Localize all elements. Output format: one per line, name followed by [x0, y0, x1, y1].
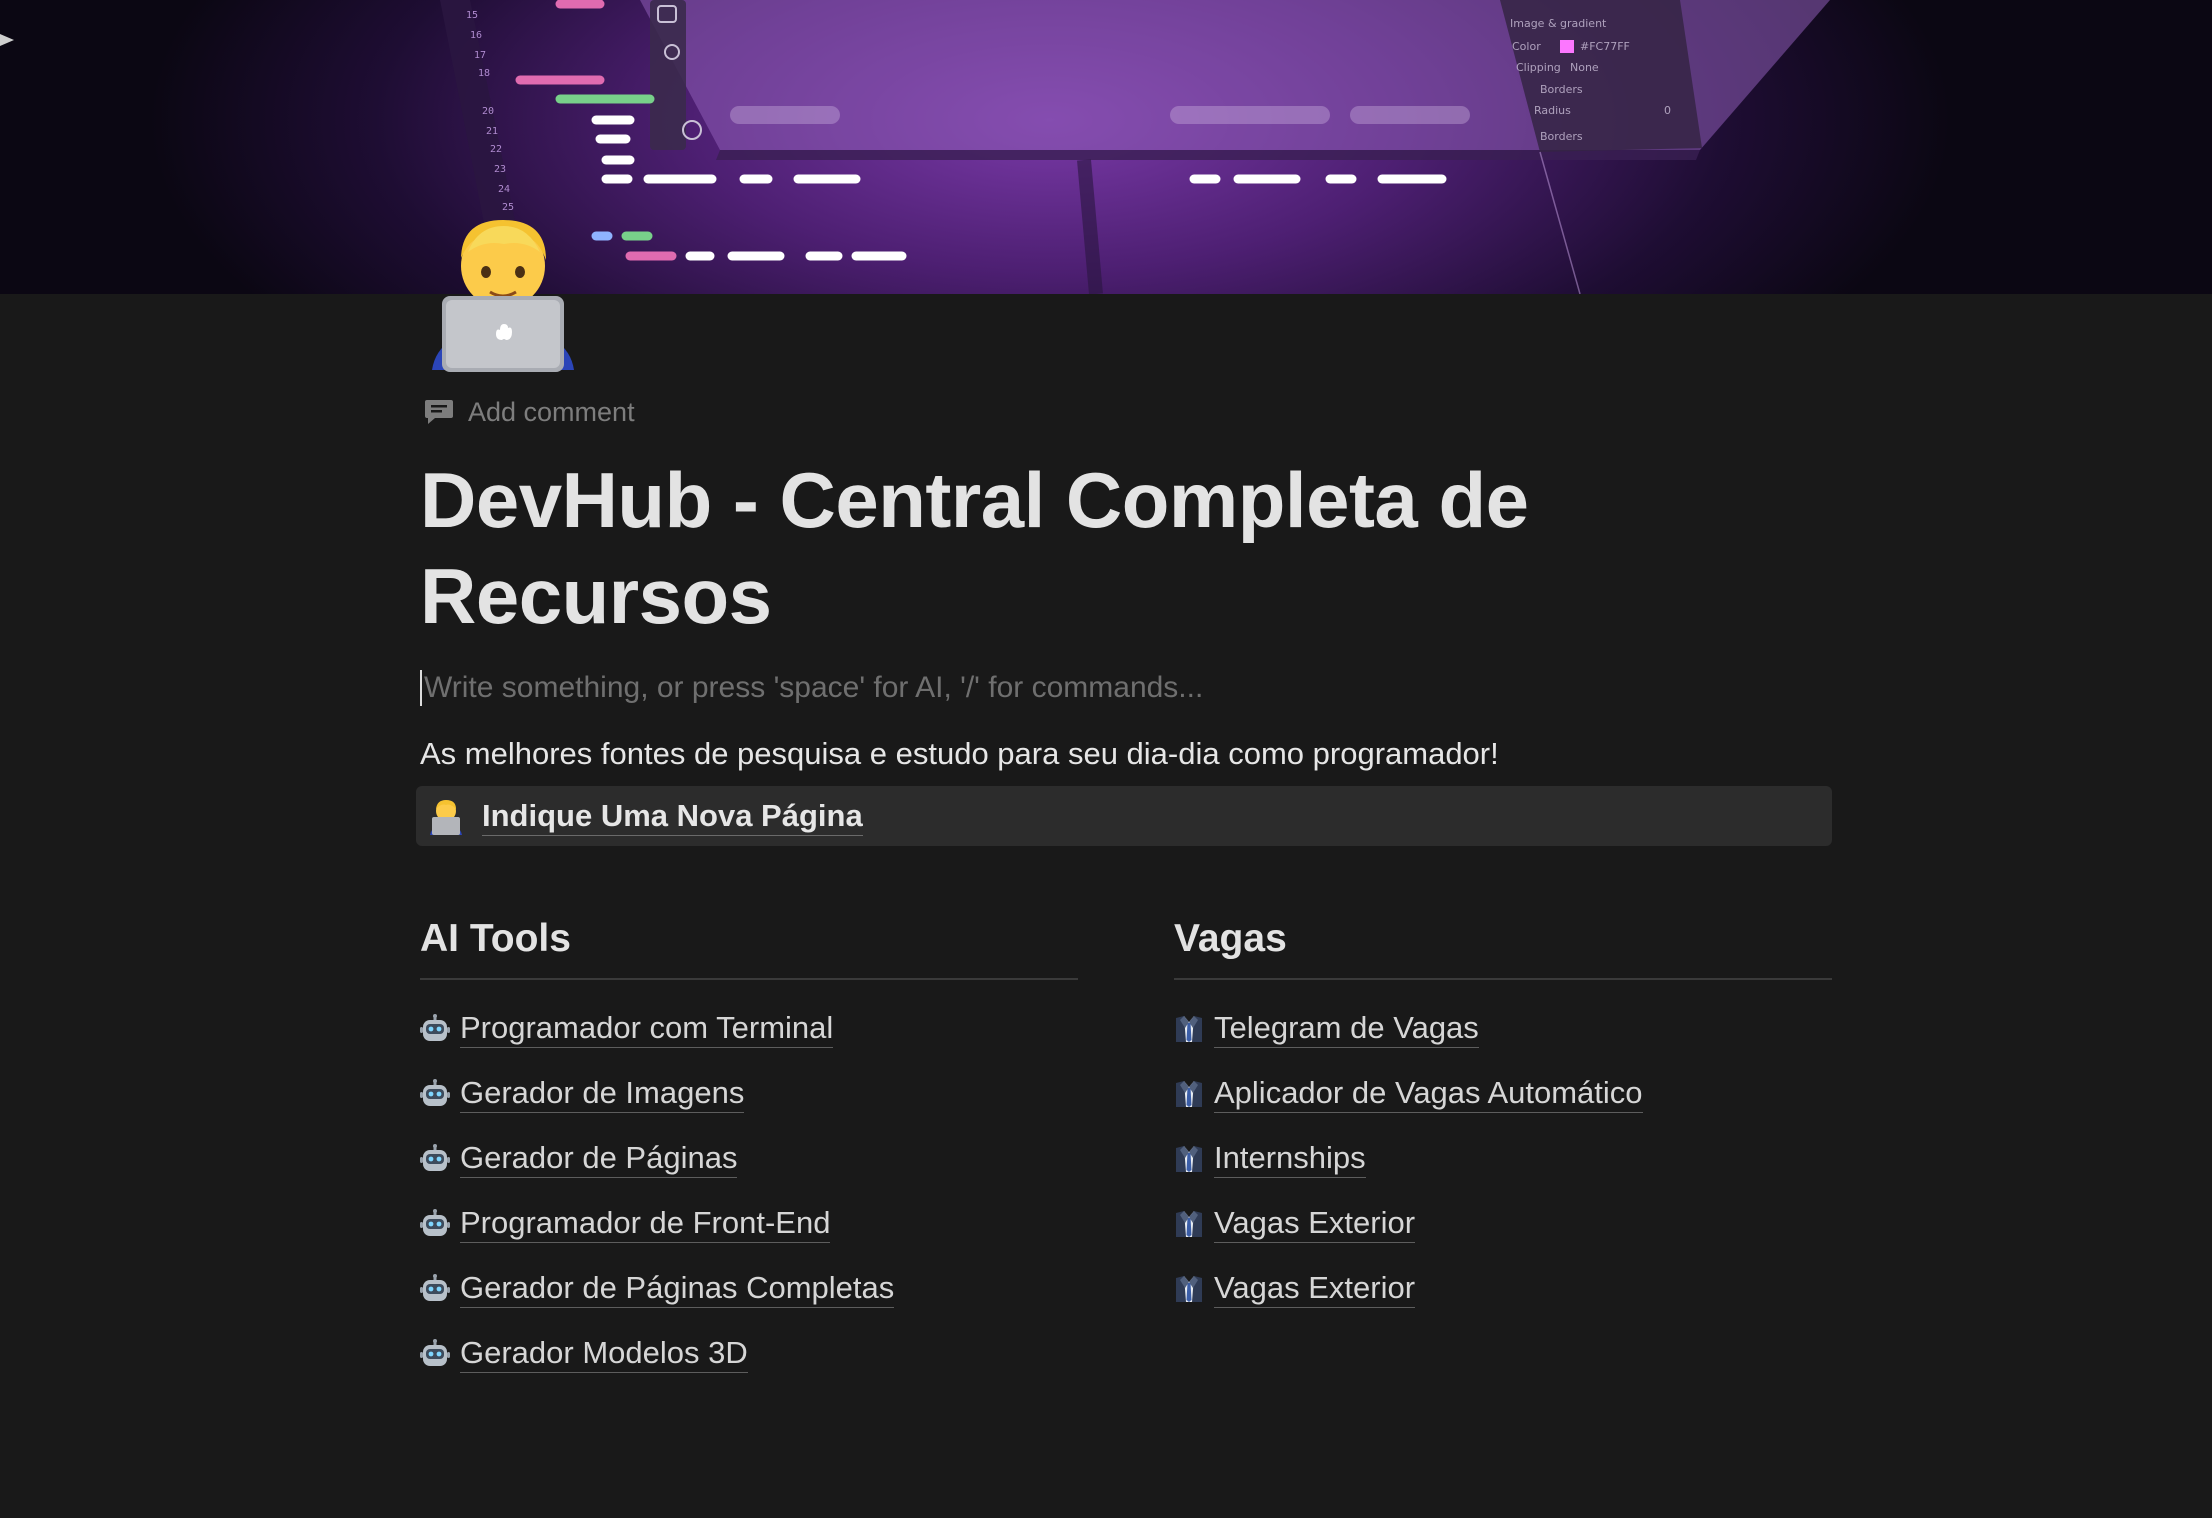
editor-placeholder: Write something, or press 'space' for AI…: [424, 671, 1204, 704]
ai-tool-list-item[interactable]: Gerador de Imagens: [420, 1061, 1078, 1126]
indique-nova-pagina-link[interactable]: Indique Uma Nova Página: [482, 797, 863, 836]
add-comment-label: Add comment: [468, 396, 635, 427]
ai-tool-item-link[interactable]: Gerador de Imagens: [460, 1074, 745, 1113]
suit-icon: [1176, 1145, 1202, 1172]
vaga-item-link[interactable]: Vagas Exterior: [1214, 1269, 1416, 1308]
svg-text:22: 22: [490, 144, 502, 155]
svg-text:Image & gradient: Image & gradient: [1510, 17, 1607, 30]
vaga-item-link[interactable]: Internships: [1214, 1139, 1366, 1178]
ai-tool-item-link[interactable]: Gerador de Páginas: [460, 1139, 738, 1178]
robot-icon: [420, 1208, 450, 1236]
svg-text:24: 24: [498, 184, 510, 195]
column-ai-tools: AI Tools Programador com Terminal Gerador…: [420, 906, 1078, 1386]
heading-ai-tools[interactable]: AI Tools: [420, 906, 1078, 980]
cover-image[interactable]: 15 16 17 18 20 21 22 23 24 25 Image & gr…: [0, 0, 2212, 294]
svg-text:20: 20: [482, 106, 494, 117]
robot-icon: [420, 1078, 450, 1106]
person-with-laptop-icon: [430, 800, 462, 835]
text-caret: [420, 670, 422, 706]
notion-page: 15 16 17 18 20 21 22 23 24 25 Image & gr…: [0, 0, 2212, 1518]
svg-text:15: 15: [466, 10, 478, 21]
robot-icon: [420, 1143, 450, 1171]
page-icon-person-with-laptop[interactable]: [428, 212, 578, 372]
comment-icon: [425, 400, 453, 424]
suit-icon: [1176, 1015, 1202, 1042]
cover-artwork: 151617 182021 222324 25 Image & gradient…: [0, 0, 1830, 294]
column-vagas: Vagas Telegram de Vagas Aplicador de Vaga…: [1174, 906, 1832, 1321]
vaga-item-link[interactable]: Vagas Exterior: [1214, 1204, 1416, 1243]
ai-tool-item-link[interactable]: Gerador de Páginas Completas: [460, 1269, 895, 1308]
suit-icon: [1176, 1080, 1202, 1107]
vaga-list-item[interactable]: Internships: [1174, 1126, 1832, 1191]
vaga-list-item[interactable]: Vagas Exterior: [1174, 1191, 1832, 1256]
add-comment-button[interactable]: Add comment: [424, 392, 635, 432]
vaga-list-item[interactable]: Aplicador de Vagas Automático: [1174, 1061, 1832, 1126]
svg-text:17: 17: [474, 50, 486, 61]
svg-text:23: 23: [494, 164, 506, 175]
svg-text:Color: Color: [1512, 40, 1541, 53]
vaga-list-item[interactable]: Vagas Exterior: [1174, 1256, 1832, 1321]
svg-text:Radius: Radius: [1534, 104, 1571, 117]
ai-tool-list-item[interactable]: Gerador de Páginas Completas: [420, 1256, 1078, 1321]
ai-tools-list: Programador com Terminal Gerador de Image…: [420, 996, 1078, 1386]
page-title[interactable]: DevHub - Central Completa de Recursos: [420, 452, 1840, 644]
svg-text:18: 18: [478, 68, 490, 79]
svg-text:#FC77FF: #FC77FF: [1580, 40, 1630, 53]
svg-text:Borders: Borders: [1540, 83, 1583, 96]
svg-text:Borders: Borders: [1540, 130, 1583, 143]
svg-text:Clipping: Clipping: [1516, 61, 1561, 74]
suit-icon: [1176, 1210, 1202, 1237]
ai-tool-list-item[interactable]: Programador de Front-End: [420, 1191, 1078, 1256]
svg-text:0: 0: [1664, 104, 1671, 117]
vaga-item-link[interactable]: Telegram de Vagas: [1214, 1009, 1479, 1048]
ai-tool-list-item[interactable]: Gerador de Páginas: [420, 1126, 1078, 1191]
ai-tool-item-link[interactable]: Programador com Terminal: [460, 1009, 834, 1048]
suit-icon: [1176, 1275, 1202, 1302]
robot-icon: [420, 1273, 450, 1301]
heading-vagas[interactable]: Vagas: [1174, 906, 1832, 980]
robot-icon: [420, 1338, 450, 1366]
callout-block[interactable]: Indique Uma Nova Página: [416, 786, 1832, 846]
svg-text:None: None: [1570, 61, 1599, 74]
robot-icon: [420, 1013, 450, 1041]
ai-tool-item-link[interactable]: Gerador Modelos 3D: [460, 1334, 748, 1373]
intro-text[interactable]: As melhores fontes de pesquisa e estudo …: [420, 734, 1840, 774]
ai-tool-list-item[interactable]: Programador com Terminal: [420, 996, 1078, 1061]
vagas-list: Telegram de Vagas Aplicador de Vagas Auto…: [1174, 996, 1832, 1321]
vaga-list-item[interactable]: Telegram de Vagas: [1174, 996, 1832, 1061]
ai-tool-item-link[interactable]: Programador de Front-End: [460, 1204, 831, 1243]
ai-tool-list-item[interactable]: Gerador Modelos 3D: [420, 1321, 1078, 1386]
person-with-laptop-icon: [432, 220, 574, 372]
editor-block-empty[interactable]: Write something, or press 'space' for AI…: [420, 668, 1840, 708]
svg-text:16: 16: [470, 30, 482, 41]
vaga-item-link[interactable]: Aplicador de Vagas Automático: [1214, 1074, 1643, 1113]
svg-text:21: 21: [486, 126, 498, 137]
